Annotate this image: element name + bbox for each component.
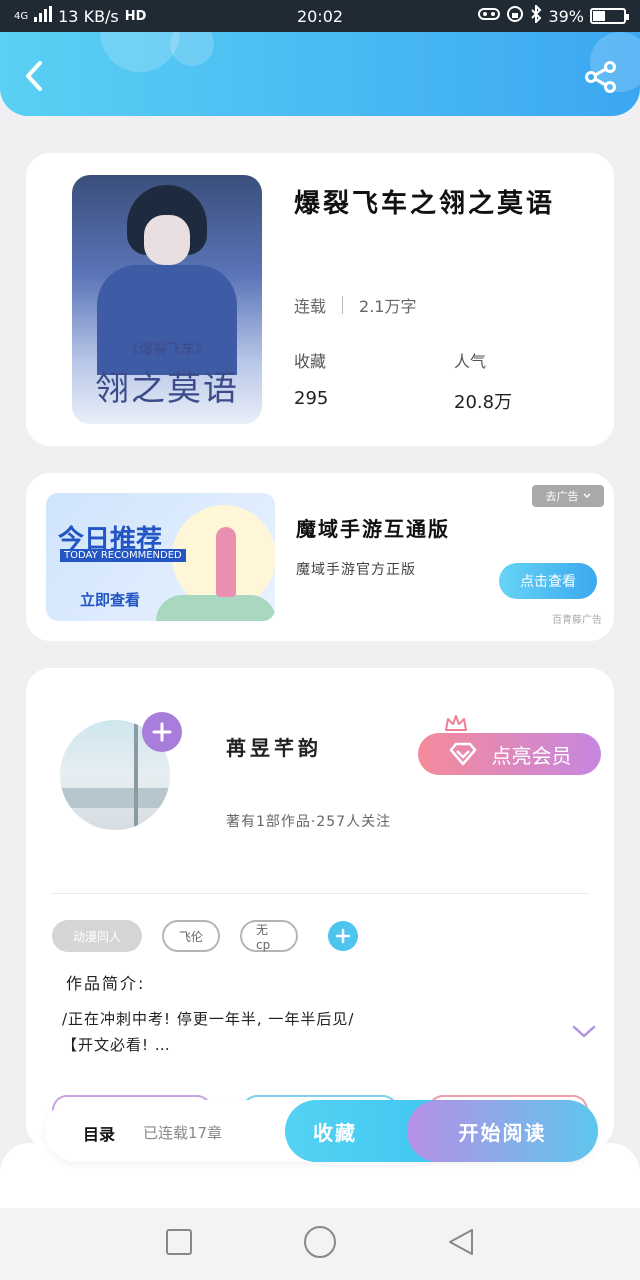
network-speed: 13 KB/s xyxy=(58,6,119,26)
chevron-down-icon xyxy=(572,1025,596,1038)
system-nav-bar xyxy=(0,1208,640,1280)
tag-chip[interactable]: 无cp xyxy=(240,920,298,952)
book-status: 连载 xyxy=(294,297,327,316)
square-icon xyxy=(166,1229,192,1255)
follow-author-button[interactable] xyxy=(142,712,182,752)
popularity-stat: 人气 20.8万 xyxy=(454,348,512,414)
ad-subtitle: 魔域手游官方正版 xyxy=(296,562,416,578)
home-button[interactable] xyxy=(303,1225,337,1263)
battery-icon xyxy=(590,8,629,24)
author-name: 苒昱芊韵 xyxy=(226,736,322,760)
vip-label: 点亮会员 xyxy=(491,743,572,768)
intro-text: /正在冲刺中考! 停更一年半, 一年半后见/ 【开文必看! … xyxy=(62,1006,532,1058)
favorites-label: 收藏 xyxy=(294,352,327,371)
banner-headline-en: TODAY RECOMMENDED xyxy=(60,549,186,562)
avatar-art xyxy=(60,788,170,808)
avatar-art xyxy=(134,720,138,830)
book-meta: 连载 2.1万字 xyxy=(294,293,416,317)
top-header xyxy=(0,32,640,116)
favorites-value: 295 xyxy=(294,388,329,409)
book-word-count: 2.1万字 xyxy=(359,297,417,316)
back-arrow-icon xyxy=(26,61,42,91)
author-card: 苒昱芊韵 著有1部作品·257人关注 点亮会员 动漫同人 飞伦 无cp 作品简介… xyxy=(26,668,614,1148)
back-button[interactable] xyxy=(18,58,54,94)
remove-ad-button[interactable]: 去广告 xyxy=(532,485,604,507)
cover-subtitle: 《爆裂飞车》 xyxy=(125,342,209,358)
recent-apps-button[interactable] xyxy=(165,1228,193,1260)
popularity-label: 人气 xyxy=(454,352,487,371)
network-label: 4G xyxy=(14,10,29,22)
status-bar: 4G 13 KB/s HD 20:02 39% xyxy=(0,0,640,32)
signal-icon xyxy=(34,6,53,26)
chapter-count: 已连载17章 xyxy=(143,1124,223,1142)
ad-source: 百青藤广告 xyxy=(552,615,602,626)
book-cover[interactable]: 《爆裂飞车》 翎之莫语 xyxy=(72,175,262,424)
decor-bubble xyxy=(170,32,214,66)
battery-percent: 39% xyxy=(548,6,584,26)
tag-chip[interactable]: 飞伦 xyxy=(162,920,220,952)
vip-button[interactable]: 点亮会员 xyxy=(418,733,601,775)
ad-title: 魔域手游互通版 xyxy=(296,517,450,541)
meta-divider xyxy=(342,296,344,314)
tag-chip[interactable]: 动漫同人 xyxy=(52,920,142,952)
action-bar: 目录 已连载17章 收藏 开始阅读 xyxy=(45,1100,598,1162)
plus-icon xyxy=(152,722,172,742)
share-button[interactable] xyxy=(584,60,620,96)
bluetooth-icon xyxy=(530,3,542,27)
intro-line: 【开文必看! … xyxy=(62,1036,171,1054)
expand-intro-button[interactable] xyxy=(572,1024,596,1040)
chevron-down-icon xyxy=(582,493,591,499)
book-title: 爆裂飞车之翎之莫语 xyxy=(294,189,556,219)
ad-card[interactable]: 今日推荐 TODAY RECOMMENDED 立即查看 魔域手游互通版 魔域手游… xyxy=(26,473,614,641)
intro-line: /正在冲刺中考! 停更一年半, 一年半后见/ xyxy=(62,1010,355,1028)
remove-ad-label: 去广告 xyxy=(545,490,579,503)
book-info-card: 《爆裂飞车》 翎之莫语 爆裂飞车之翎之莫语 连载 2.1万字 收藏 295 人气… xyxy=(26,153,614,446)
cover-art xyxy=(144,215,190,265)
intro-label: 作品简介: xyxy=(66,974,146,993)
cover-title: 《爆裂飞车》 翎之莫语 xyxy=(72,339,262,410)
add-tag-button[interactable] xyxy=(328,921,358,951)
banner-figure xyxy=(216,527,236,597)
share-icon xyxy=(585,61,616,93)
game-mode-icon xyxy=(478,6,501,26)
rotation-lock-icon xyxy=(506,5,524,27)
circle-icon xyxy=(304,1226,336,1258)
ad-banner-image[interactable]: 今日推荐 TODAY RECOMMENDED 立即查看 xyxy=(46,493,275,621)
start-reading-button[interactable]: 开始阅读 xyxy=(407,1100,598,1162)
favorites-stat: 收藏 295 xyxy=(294,348,328,409)
toc-button[interactable]: 目录 xyxy=(83,1121,115,1145)
plus-icon xyxy=(335,928,351,944)
hd-call-icon: HD xyxy=(124,8,147,24)
cover-title-text: 翎之莫语 xyxy=(95,369,239,409)
system-back-button[interactable] xyxy=(447,1227,475,1261)
tag-list: 动漫同人 飞伦 无cp xyxy=(52,920,358,952)
triangle-back-icon xyxy=(449,1229,473,1255)
crown-icon xyxy=(445,715,467,731)
banner-button: 立即查看 xyxy=(80,591,141,609)
ad-cta-button[interactable]: 点击查看 xyxy=(499,563,597,599)
author-stats: 著有1部作品·257人关注 xyxy=(226,814,392,830)
diamond-icon xyxy=(449,742,476,766)
banner-grass xyxy=(156,595,275,621)
battery-level xyxy=(593,11,606,21)
section-divider xyxy=(50,893,590,894)
decor-bubble xyxy=(100,32,180,72)
popularity-value: 20.8万 xyxy=(454,392,513,413)
